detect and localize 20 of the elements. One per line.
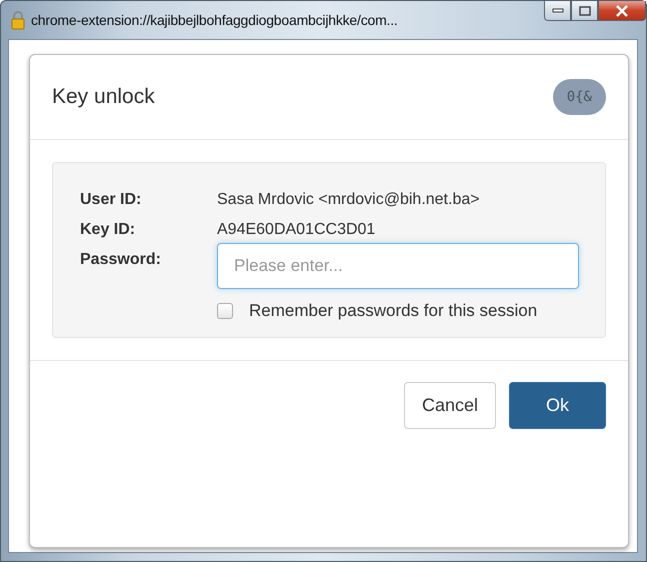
close-icon (615, 4, 629, 16)
maximize-button[interactable] (571, 1, 598, 21)
dialog-title: Key unlock (52, 85, 155, 109)
password-field[interactable]: Please enter... (217, 243, 579, 289)
ok-button[interactable]: Ok (508, 382, 606, 429)
cancel-button[interactable]: Cancel (404, 382, 496, 429)
field-value: Sasa Mrdovic <mrdovic@bih.net.ba> (217, 191, 481, 209)
field-value: A94E60DA01CC3D01 (217, 221, 376, 239)
remember-checkbox[interactable] (217, 303, 233, 319)
maximize-icon (578, 6, 590, 16)
field-label: Key ID: (80, 221, 136, 239)
window-title: chrome-extension://kajibbejlbohfaggdiogboambcijhkke/com... (31, 12, 399, 28)
remember-label: Remember passwords for this session (249, 301, 538, 321)
minimize-icon (552, 8, 564, 14)
password-label: Password: (80, 251, 162, 269)
minimize-button[interactable] (544, 1, 571, 21)
lock-icon (11, 10, 25, 30)
field-label: User ID: (80, 191, 142, 209)
close-button[interactable] (598, 1, 646, 21)
security-badge: 0{& (552, 79, 606, 115)
